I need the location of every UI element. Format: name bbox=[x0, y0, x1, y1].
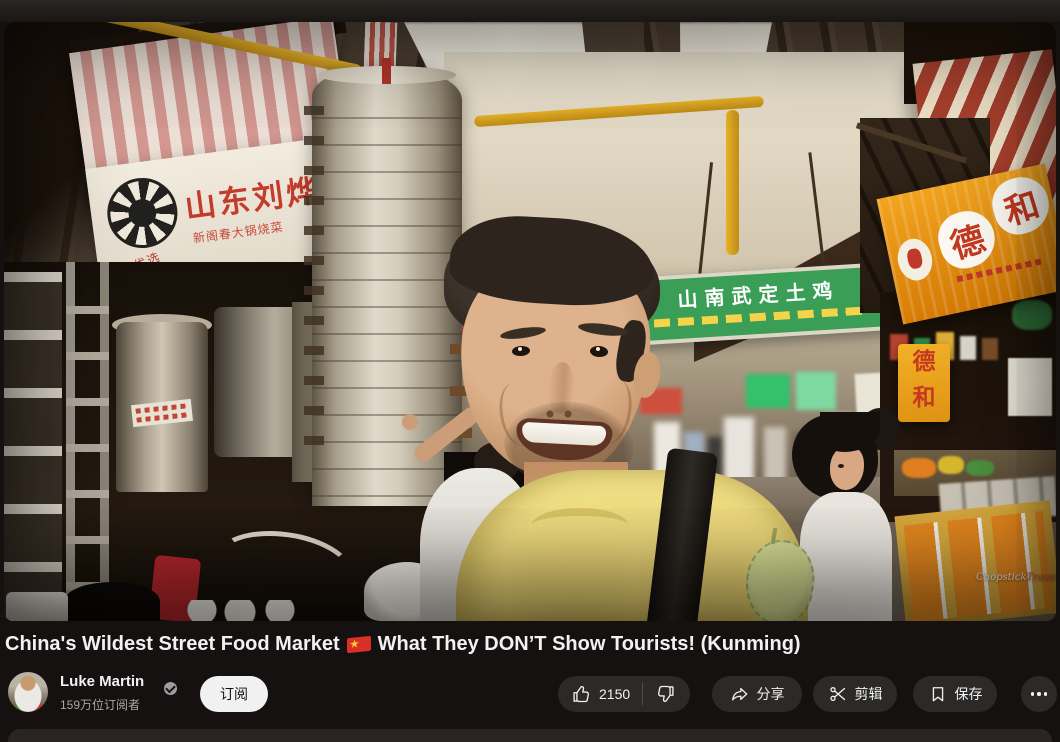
left-sign-title: 山东刘烨 bbox=[182, 165, 323, 227]
share-button[interactable]: 分享 bbox=[712, 676, 802, 712]
shop-menu-board bbox=[1008, 358, 1052, 416]
verified-badge-icon bbox=[164, 682, 177, 695]
youtube-watch-page: 山南武定土鸡 德 和 bbox=[0, 0, 1060, 742]
thumb-down-icon bbox=[655, 684, 675, 704]
like-dislike-pill: 2150 bbox=[558, 676, 690, 712]
chimney-handles-left bbox=[304, 106, 324, 466]
small-hanging-sign: 德 和 bbox=[898, 344, 950, 422]
subscribe-button[interactable]: 订阅 bbox=[200, 676, 268, 712]
share-icon bbox=[730, 684, 750, 704]
video-title-part2: What They DON’T Show Tourists! (Kunming) bbox=[378, 633, 801, 656]
more-actions-button[interactable] bbox=[1021, 676, 1057, 712]
plate-stack bbox=[6, 592, 68, 621]
hanging-sign-char2: 和 bbox=[898, 380, 950, 416]
save-label: 保存 bbox=[955, 684, 983, 704]
tshirt-collar bbox=[532, 508, 628, 542]
channel-watermark: ChopstickTravel.com bbox=[976, 572, 1056, 583]
like-button[interactable]: 2150 bbox=[558, 676, 642, 712]
top-ambient-strip bbox=[0, 0, 1060, 22]
thumb-up-icon bbox=[572, 684, 592, 704]
clip-button[interactable]: 剪辑 bbox=[813, 676, 897, 712]
save-button[interactable]: 保存 bbox=[913, 676, 997, 712]
video-title: China's Wildest Street Food Market What … bbox=[5, 629, 1055, 659]
share-label: 分享 bbox=[757, 684, 785, 704]
wok bbox=[64, 582, 160, 621]
china-flag-icon bbox=[347, 635, 371, 653]
distant-neon-sign bbox=[746, 374, 790, 408]
ladder-rungs bbox=[66, 268, 109, 618]
white-shelf bbox=[4, 272, 62, 621]
bookmark-icon bbox=[928, 684, 948, 704]
shop-logo-oval bbox=[894, 236, 936, 284]
like-count: 2150 bbox=[599, 686, 630, 702]
orange-sign-char2: 和 bbox=[986, 170, 1056, 240]
scissors-icon bbox=[828, 684, 848, 704]
white-hose bbox=[210, 523, 358, 612]
shop-logo-medallion bbox=[103, 174, 182, 253]
hanging-sign-char1: 德 bbox=[898, 344, 950, 380]
distant-neon-sign bbox=[796, 372, 836, 410]
dislike-button[interactable] bbox=[643, 676, 687, 712]
description-box[interactable] bbox=[8, 729, 1052, 742]
clip-label: 剪辑 bbox=[855, 684, 883, 704]
stall-counter-front bbox=[895, 500, 1056, 621]
video-player[interactable]: 山南武定土鸡 德 和 bbox=[4, 22, 1056, 621]
chimney-red-clip bbox=[382, 58, 391, 84]
more-dots-icon bbox=[1031, 692, 1035, 696]
yellow-gas-pipe-elbow bbox=[726, 110, 739, 255]
helper-hand bbox=[402, 414, 418, 430]
girl-white-dress bbox=[800, 492, 892, 621]
produce-green bbox=[966, 460, 994, 476]
video-title-part1: China's Wildest Street Food Market bbox=[5, 633, 340, 656]
subscriber-count: 159万位订阅者 bbox=[60, 696, 140, 713]
orange-sign-char1: 德 bbox=[932, 204, 1002, 274]
channel-avatar[interactable] bbox=[8, 672, 48, 712]
produce-yellow bbox=[938, 456, 964, 474]
white-bowls bbox=[182, 600, 302, 621]
produce-orange bbox=[902, 458, 936, 478]
channel-name[interactable]: Luke Martin bbox=[60, 673, 144, 690]
shop-greenery bbox=[1012, 300, 1052, 330]
